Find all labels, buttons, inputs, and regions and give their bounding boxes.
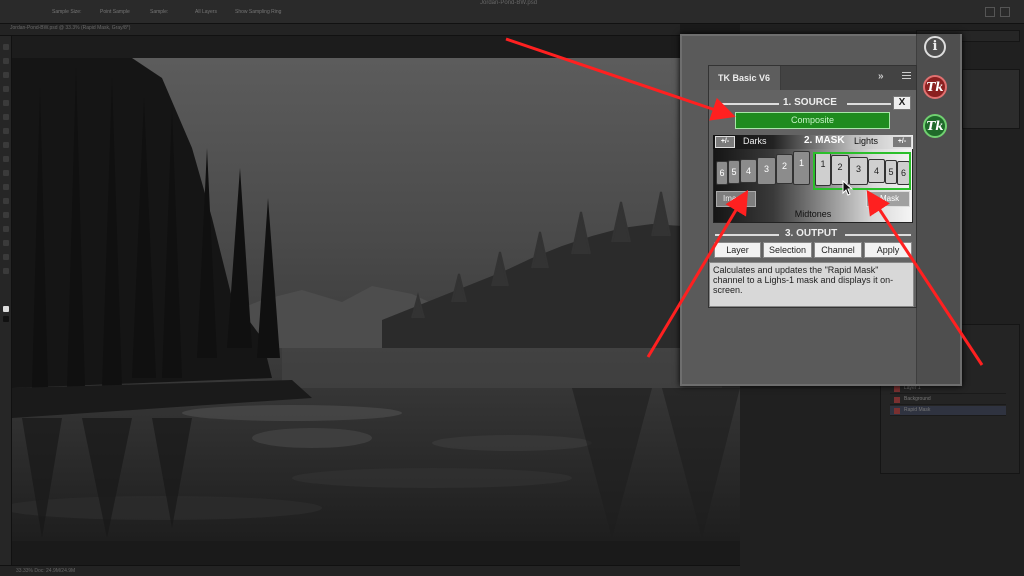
annotation-overlay — [505, 37, 984, 366]
annotation-arrow-icon — [866, 189, 984, 366]
annotation-arrow-icon — [646, 189, 749, 358]
annotation-arrow-icon — [505, 37, 736, 121]
